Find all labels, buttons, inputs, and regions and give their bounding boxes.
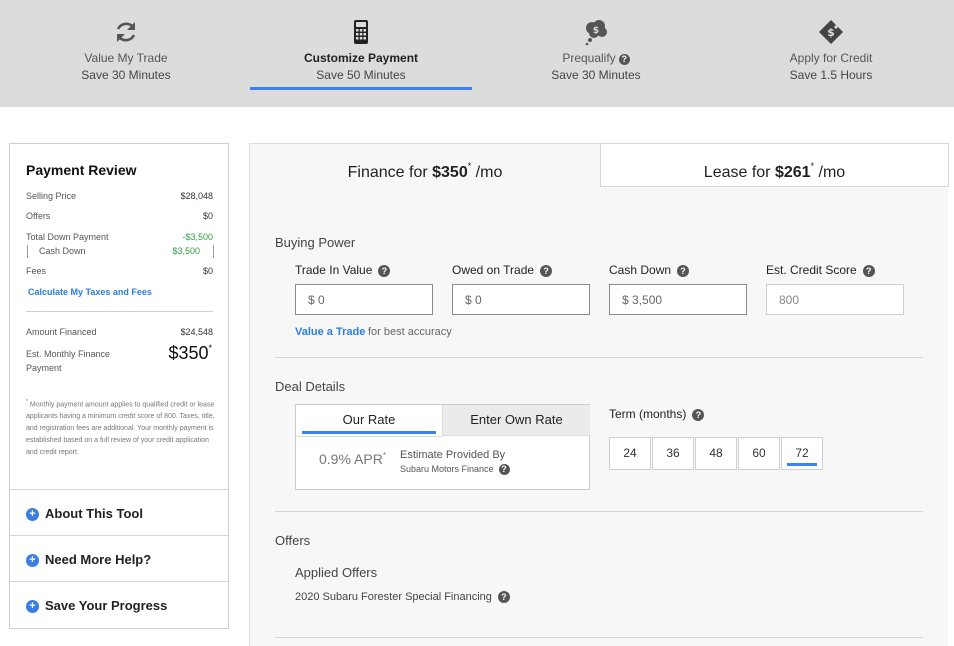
divider: [275, 357, 923, 358]
term-option-24[interactable]: 24: [609, 437, 651, 470]
step-subtitle: Save 1.5 Hours: [789, 68, 873, 82]
summary-value: $24,548: [180, 327, 213, 337]
step-subtitle: Save 50 Minutes: [316, 68, 406, 82]
term-option-36[interactable]: 36: [652, 437, 694, 470]
cash-down-input[interactable]: [609, 284, 747, 315]
section-title-deal-details: Deal Details: [275, 379, 346, 394]
payment-review-panel: Payment Review Selling Price $28,048 Off…: [9, 143, 229, 629]
help-icon[interactable]: ?: [497, 591, 510, 603]
field-label-credit-score: Est. Credit Score?: [766, 263, 875, 277]
help-icon[interactable]: ?: [540, 265, 553, 277]
accordion-need-more-help[interactable]: + Need More Help?: [10, 535, 228, 582]
disclaimer-note: * Monthly payment amount applies to qual…: [26, 399, 215, 457]
help-icon[interactable]: ?: [378, 265, 391, 277]
plus-icon: +: [26, 600, 39, 613]
payment-options-panel: Finance for $350* /mo Lease for $261* /m…: [249, 143, 949, 646]
summary-row-total-down: Total Down Payment -$3,500: [26, 232, 213, 242]
value-a-trade-link[interactable]: Value a Trade: [295, 326, 365, 338]
help-icon[interactable]: ?: [692, 409, 705, 421]
summary-value: -$3,500: [182, 232, 213, 242]
divider: [275, 511, 923, 512]
help-icon[interactable]: ?: [677, 265, 690, 277]
refresh-icon: [116, 22, 136, 42]
divider: [296, 436, 442, 437]
estimate-provider-name: Subaru Motors Finance?: [400, 464, 510, 475]
term-label: Term (months)?: [609, 407, 705, 421]
summary-row-amount-financed: Amount Financed $24,548: [26, 327, 213, 337]
tag-money-icon: $: [819, 20, 843, 44]
estimate-provider-label: Estimate Provided By: [400, 449, 506, 461]
svg-text:$: $: [827, 26, 835, 39]
term-option-72[interactable]: 72: [781, 437, 823, 470]
panel-title: Payment Review: [26, 162, 137, 178]
divider: [275, 637, 923, 638]
accordion-label: Need More Help?: [45, 552, 152, 567]
summary-value: $28,048: [180, 191, 213, 201]
field-label-trade-in: Trade In Value?: [295, 263, 391, 277]
calculator-icon: [354, 20, 368, 44]
plus-icon: +: [26, 508, 39, 521]
step-title: Value My Trade: [84, 51, 168, 65]
step-value-my-trade[interactable]: Value My Trade Save 30 Minutes: [15, 0, 237, 107]
summary-value: $0: [202, 266, 213, 276]
active-tab-indicator: [302, 431, 436, 434]
summary-row-offers: Offers $0: [26, 211, 213, 221]
term-option-60[interactable]: 60: [738, 437, 780, 470]
applied-offer-item: 2020 Subaru Forester Special Financing?: [295, 591, 510, 603]
summary-row-fees: Fees $0: [26, 266, 213, 276]
divider: [26, 311, 213, 312]
help-icon[interactable]: ?: [618, 54, 630, 65]
tab-our-rate[interactable]: Our Rate: [296, 405, 442, 436]
step-subtitle: Save 30 Minutes: [551, 68, 641, 82]
accordion-save-your-progress[interactable]: + Save Your Progress: [10, 581, 228, 628]
progress-steps-bar: Value My Trade Save 30 Minutes Customize…: [0, 0, 954, 107]
plus-icon: +: [26, 554, 39, 567]
trade-in-value-input[interactable]: [295, 284, 433, 315]
tab-finance[interactable]: Finance for $350* /mo: [250, 143, 600, 187]
tab-lease[interactable]: Lease for $261* /mo: [600, 143, 949, 187]
step-title: Apply for Credit: [789, 51, 873, 65]
svg-text:$: $: [593, 26, 599, 36]
accordion-label: Save Your Progress: [45, 598, 168, 613]
help-icon[interactable]: ?: [862, 265, 875, 277]
step-title: Prequalify?: [485, 51, 707, 65]
field-label-owed: Owed on Trade?: [452, 263, 553, 277]
monthly-payment-value: $350*: [168, 343, 212, 363]
tab-enter-own-rate[interactable]: Enter Own Rate: [442, 405, 590, 436]
thought-bubble-money-icon: $: [585, 20, 607, 46]
summary-value: $3,500: [172, 246, 200, 256]
value-a-trade-hint: for best accuracy: [368, 326, 452, 338]
step-prequalify[interactable]: $ Prequalify? Save 30 Minutes: [485, 0, 707, 107]
accordion-about-this-tool[interactable]: + About This Tool: [10, 489, 228, 536]
owed-on-trade-input[interactable]: [452, 284, 590, 315]
selected-term-indicator: [787, 463, 817, 466]
summary-row-selling-price: Selling Price $28,048: [26, 191, 213, 201]
help-icon[interactable]: ?: [498, 464, 510, 475]
section-title-buying-power: Buying Power: [275, 235, 356, 250]
step-apply-for-credit[interactable]: $ Apply for Credit Save 1.5 Hours: [720, 0, 942, 107]
calculate-taxes-link[interactable]: Calculate My Taxes and Fees: [28, 287, 152, 297]
rate-selector: Our Rate Enter Own Rate 0.9% APR* Estima…: [295, 404, 590, 490]
accordion-label: About This Tool: [45, 506, 143, 521]
apr-value: 0.9% APR*: [319, 451, 386, 467]
step-customize-payment[interactable]: Customize Payment Save 50 Minutes: [250, 0, 472, 107]
credit-score-input[interactable]: [766, 284, 904, 315]
step-subtitle: Save 30 Minutes: [81, 68, 171, 82]
active-step-indicator: [250, 87, 472, 90]
term-option-48[interactable]: 48: [695, 437, 737, 470]
field-label-cash-down: Cash Down?: [609, 263, 690, 277]
summary-value: $0: [202, 211, 213, 221]
section-title-offers: Offers: [275, 533, 311, 548]
summary-row-cash-down: Cash Down $3,500: [39, 246, 200, 256]
step-title: Customize Payment: [303, 51, 419, 65]
applied-offers-title: Applied Offers: [295, 565, 378, 580]
